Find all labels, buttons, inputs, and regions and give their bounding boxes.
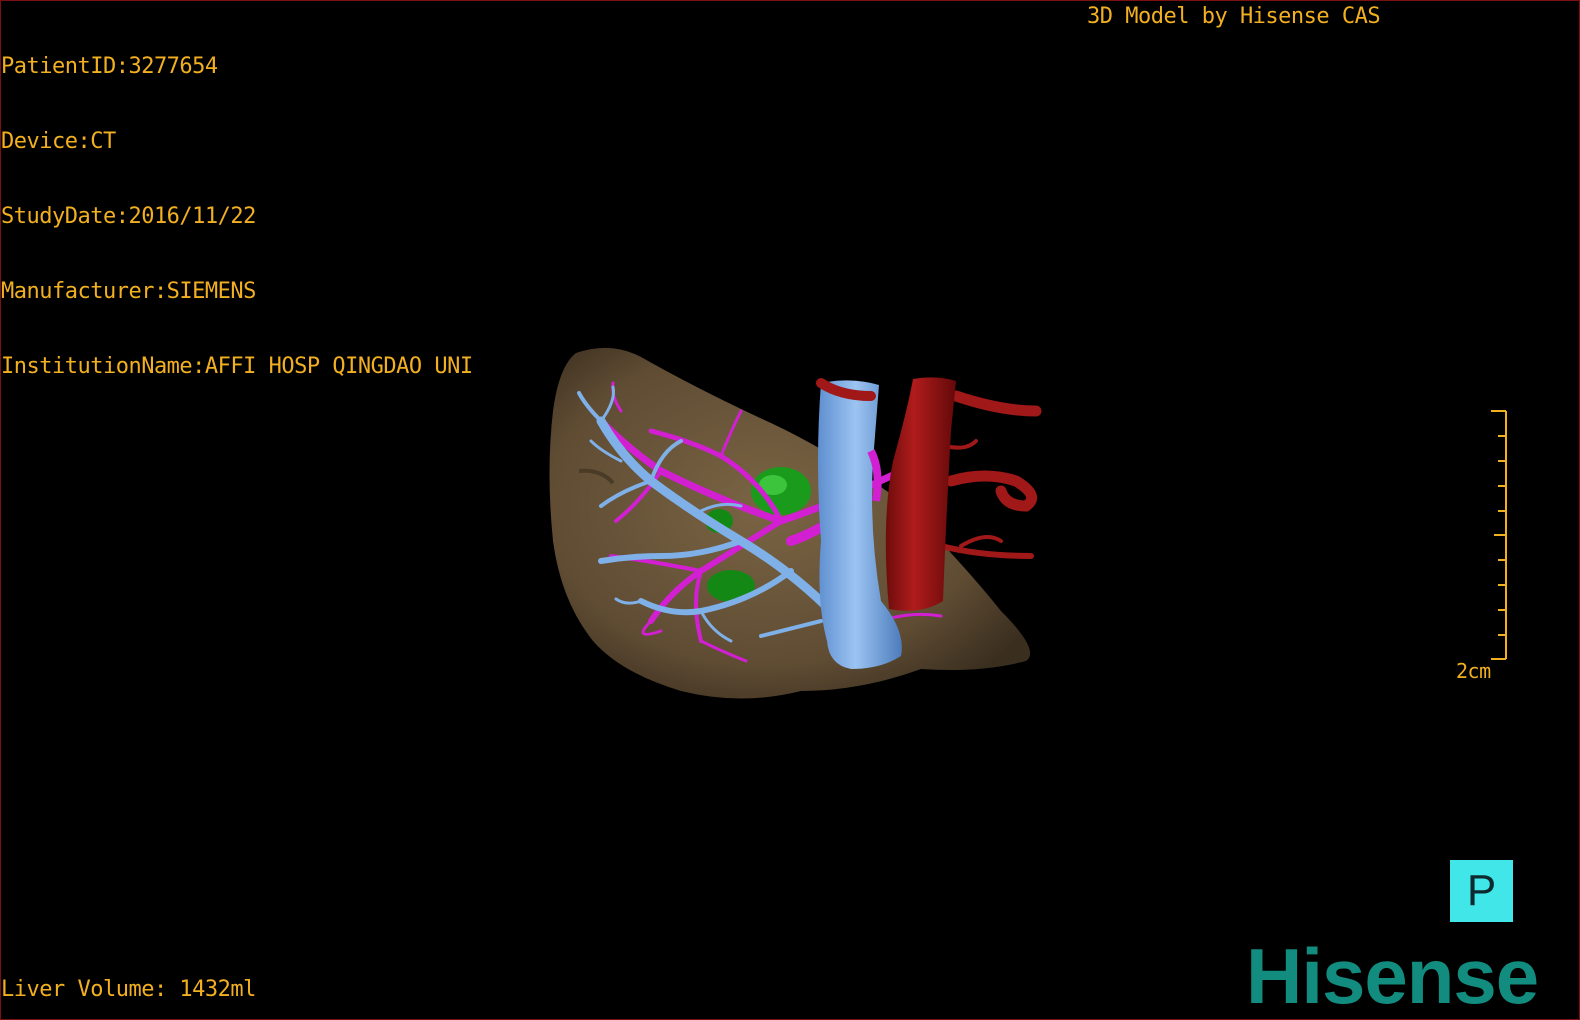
model-credit: 3D Model by Hisense CAS [1087, 4, 1381, 29]
orientation-marker[interactable]: P [1450, 860, 1513, 922]
orientation-label: P [1466, 866, 1497, 915]
dicom-info-panel: PatientID:3277654 Device:CT StudyDate:20… [1, 4, 473, 429]
patient-id: PatientID:3277654 [1, 54, 218, 79]
3d-viewport[interactable]: PatientID:3277654 Device:CT StudyDate:20… [0, 0, 1580, 1020]
study-date: StudyDate:2016/11/22 [1, 204, 256, 229]
manufacturer: Manufacturer:SIEMENS [1, 279, 256, 304]
hisense-logo: Hisense [1246, 932, 1539, 1020]
liver-volume-readout: Liver Volume: 1432ml [1, 977, 256, 1002]
scale-bar [1491, 410, 1507, 660]
institution-name: InstitutionName:AFFI HOSP QINGDAO UNI [1, 354, 473, 379]
scale-bar-label: 2cm [1456, 659, 1491, 683]
device: Device:CT [1, 129, 116, 154]
